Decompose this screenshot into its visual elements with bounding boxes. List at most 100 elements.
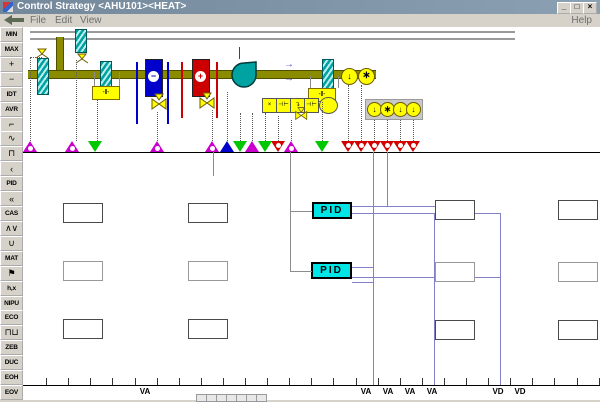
signal-dash: [76, 60, 77, 141]
maximize-button[interactable]: □: [570, 2, 584, 14]
module-placeholder[interactable]: [63, 203, 103, 223]
signal-dash: [30, 58, 31, 141]
module-placeholder[interactable]: [558, 320, 598, 340]
module-placeholder[interactable]: [63, 261, 103, 281]
logic-box[interactable]: ⊣⊢: [276, 98, 291, 113]
wire: [352, 277, 500, 278]
module-placeholder[interactable]: [188, 319, 228, 339]
tool-subtract-icon[interactable]: −: [0, 72, 23, 87]
menu-file[interactable]: File: [30, 14, 46, 27]
grid-tick: [68, 378, 69, 385]
tool-min-button[interactable]: MIN: [0, 27, 23, 42]
tool-eco-button[interactable]: ECO: [0, 310, 23, 325]
signal-dash: [361, 85, 362, 141]
grid-tick: [510, 378, 511, 385]
temp-sensor-icon[interactable]: ↓: [406, 102, 421, 117]
triangle-dot: [372, 143, 377, 148]
tool-eoh-button[interactable]: EOH: [0, 370, 23, 385]
module-placeholder[interactable]: [435, 262, 475, 282]
logic-box[interactable]: ×: [262, 98, 277, 113]
io-rail: [23, 152, 600, 153]
menu-help[interactable]: Help: [571, 14, 592, 27]
supply-fan-icon[interactable]: [229, 58, 265, 90]
module-placeholder[interactable]: [558, 200, 598, 220]
valve-icon[interactable]: [293, 106, 311, 121]
grid-tick: [378, 378, 379, 385]
channel-label: VA: [354, 387, 378, 396]
triangle-dot: [398, 143, 403, 148]
wire: [290, 211, 312, 212]
valve-icon[interactable]: [197, 91, 219, 110]
tool-mat-button[interactable]: MAT: [0, 251, 23, 266]
valve-icon[interactable]: [149, 92, 171, 111]
heating-coil-symbol: +: [195, 71, 206, 82]
tool-duc-button[interactable]: DUC: [0, 355, 23, 370]
triangle-dot: [276, 143, 281, 148]
wire: [434, 213, 435, 385]
module-placeholder[interactable]: [435, 200, 475, 220]
tool-max-button[interactable]: MAX: [0, 42, 23, 57]
grid-tick: [46, 378, 47, 385]
pid-block[interactable]: PID: [311, 262, 352, 279]
grid-tick: [466, 378, 467, 385]
grid-tick: [532, 378, 533, 385]
module-placeholder[interactable]: [558, 262, 598, 282]
back-arrow-icon[interactable]: [4, 15, 12, 25]
tool-dip-wave-icon[interactable]: ∪: [0, 236, 23, 251]
bracket: [310, 76, 311, 88]
tool-hysteresis-curve-icon[interactable]: ∿: [0, 131, 23, 146]
pid-block[interactable]: PID: [312, 202, 352, 219]
tool-shift-icon[interactable]: «: [0, 191, 23, 206]
signal-dash: [348, 85, 349, 141]
module-placeholder[interactable]: [63, 319, 103, 339]
tool-cas-button[interactable]: CAS: [0, 206, 23, 221]
grid-tick: [90, 378, 91, 385]
tool-triangle-wave-icon[interactable]: ∧∨: [0, 221, 23, 236]
tool-zeb-button[interactable]: ZEB: [0, 340, 23, 355]
tool-flag-icon[interactable]: ⚑: [0, 266, 23, 281]
tool-avr-button[interactable]: AVR: [0, 102, 23, 117]
module-placeholder[interactable]: [188, 261, 228, 281]
dp-switch[interactable]: -||-: [92, 86, 120, 100]
triangle-dot: [411, 143, 416, 148]
grid-tick: [201, 378, 202, 385]
triangle-dot: [155, 146, 160, 151]
damper-outside-air[interactable]: [75, 29, 87, 53]
tool-eov-button[interactable]: EOV: [0, 385, 23, 400]
grid-tick: [400, 378, 401, 385]
temp-sensor-icon[interactable]: ↓: [341, 68, 358, 85]
tool-pid-button[interactable]: PID: [0, 176, 23, 191]
tool-add-icon[interactable]: +: [0, 57, 23, 72]
triangle-dot: [289, 146, 294, 151]
triangle-dot: [210, 146, 215, 151]
wire: [290, 271, 312, 272]
airflow-arrow-icon: →: [284, 60, 294, 70]
signal-dash: [400, 120, 401, 141]
grid-tick: [245, 378, 246, 385]
tool-pulse-icon[interactable]: ⊓⊔: [0, 325, 23, 340]
tool-limit-curve-icon[interactable]: ⌐: [0, 117, 23, 132]
menu-view[interactable]: View: [80, 14, 102, 27]
wire: [352, 213, 500, 214]
module-placeholder[interactable]: [188, 203, 228, 223]
tool-nipu-button[interactable]: NIPU: [0, 296, 23, 311]
frost-sensor-icon[interactable]: ∗: [358, 68, 375, 85]
minimize-button[interactable]: _: [557, 2, 571, 14]
grid-tick: [157, 378, 158, 385]
channel-label: VA: [133, 387, 157, 396]
damper-recirc[interactable]: [37, 58, 49, 95]
bracket: [94, 72, 95, 86]
tool-compare-icon[interactable]: ‹: [0, 161, 23, 176]
tool-hx-button[interactable]: h,x: [0, 281, 23, 296]
close-button[interactable]: ×: [583, 2, 597, 14]
menu-bar: File Edit View Help: [0, 14, 600, 28]
tool-idt-button[interactable]: IDT: [0, 87, 23, 102]
module-placeholder[interactable]: [435, 320, 475, 340]
signal-dash: [97, 100, 98, 141]
signal-dash: [157, 112, 158, 141]
signal-dash: [278, 116, 279, 141]
signal-dash: [265, 113, 266, 141]
chilled-water-pipe: [136, 62, 138, 124]
menu-edit[interactable]: Edit: [55, 14, 72, 27]
tool-step-function-icon[interactable]: ⊓: [0, 146, 23, 161]
